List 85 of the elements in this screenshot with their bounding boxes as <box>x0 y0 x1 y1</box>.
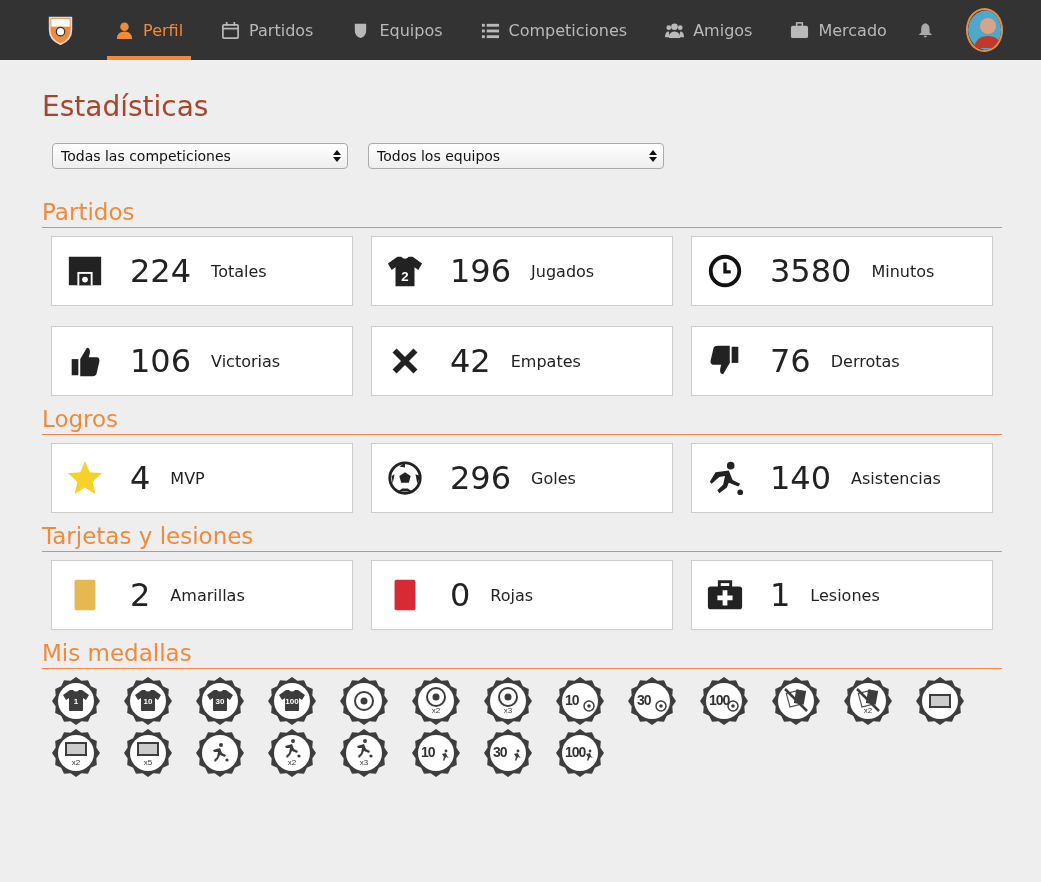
section-heading: Logros <box>42 404 1002 435</box>
stat-label: MVP <box>170 468 205 488</box>
medal-badge[interactable] <box>196 729 244 777</box>
filter-dropdown[interactable]: Todos los equipos <box>368 143 664 169</box>
calendar-icon <box>221 20 241 40</box>
medal-badge[interactable] <box>412 729 460 777</box>
medal-multiplier: x2 <box>286 758 298 767</box>
medal-badge[interactable] <box>484 677 532 725</box>
clock-icon <box>706 252 744 290</box>
stat-value: 2 <box>130 576 151 614</box>
medal-multiplier: x3 <box>502 706 514 715</box>
nav-tab[interactable]: Amigos <box>657 0 761 60</box>
section-heading: Partidos <box>42 197 1002 228</box>
medal-number: 10 <box>142 697 154 706</box>
stat-value: 3580 <box>770 252 852 290</box>
medal-badge[interactable] <box>556 729 604 777</box>
stat-value: 0 <box>450 576 471 614</box>
medal-badge[interactable] <box>52 729 100 777</box>
ball-icon <box>386 459 424 497</box>
stat-label: Lesiones <box>810 585 880 605</box>
section-heading: Tarjetas y lesiones <box>42 521 1002 552</box>
nav-tab[interactable]: Partidos <box>213 0 322 60</box>
medal-badge[interactable] <box>772 677 820 725</box>
star-icon <box>66 459 104 497</box>
nav-tab[interactable]: Competiciones <box>472 0 636 60</box>
page-title: Estadísticas <box>42 90 210 123</box>
stat-value: 1 <box>770 576 791 614</box>
medal-number: 100 <box>709 692 730 708</box>
avatar[interactable] <box>965 8 1003 52</box>
medal-badge[interactable] <box>268 677 316 725</box>
medal-multiplier: x3 <box>358 758 370 767</box>
stat-value: 106 <box>130 342 192 380</box>
medal-badge[interactable] <box>844 677 892 725</box>
briefcase-icon <box>790 20 810 40</box>
stat-value: 224 <box>130 252 192 290</box>
medal-number: 100 <box>565 744 586 760</box>
updown-caret-icon <box>333 150 341 162</box>
medal-badge[interactable] <box>916 677 964 725</box>
updown-caret-icon <box>649 150 657 162</box>
medal-badge[interactable] <box>124 729 172 777</box>
filter-dropdown[interactable]: Todas las competiciones <box>52 143 348 169</box>
stat-label: Empates <box>510 351 581 371</box>
medal-badge[interactable] <box>556 677 604 725</box>
medal-badge[interactable] <box>412 677 460 725</box>
medal-badge[interactable] <box>124 677 172 725</box>
medal-badge[interactable] <box>628 677 676 725</box>
stat-value: 140 <box>770 459 832 497</box>
user-icon <box>115 20 135 40</box>
medal-number: 10 <box>565 692 579 708</box>
medal-badge[interactable] <box>700 677 748 725</box>
stat-value: 76 <box>770 342 811 380</box>
stat-label: Victorias <box>211 351 281 371</box>
stat-value: 196 <box>450 252 512 290</box>
stat-label: Derrotas <box>830 351 900 371</box>
medal-badge[interactable] <box>52 677 100 725</box>
nav-tab[interactable]: Mercado <box>782 0 895 60</box>
stat-value: 4 <box>130 459 151 497</box>
medal-multiplier: x2 <box>862 706 874 715</box>
section-heading: Mis medallas <box>42 638 1002 669</box>
stat-label: Asistencias <box>851 468 941 488</box>
medal-multiplier: x2 <box>70 758 82 767</box>
medal-badge[interactable] <box>484 729 532 777</box>
medal-number: 10 <box>421 744 435 760</box>
medal-number: 30 <box>637 692 651 708</box>
medal-badge[interactable] <box>196 677 244 725</box>
nav-tab[interactable]: Equipos <box>343 0 451 60</box>
nav-tab[interactable]: Perfil <box>107 0 192 60</box>
stat-label: Minutos <box>871 261 935 281</box>
stat-label: Goles <box>531 468 576 488</box>
medal-multiplier: x2 <box>430 706 442 715</box>
medal-badge[interactable] <box>268 729 316 777</box>
stat-label: Amarillas <box>170 585 245 605</box>
medal-number: 30 <box>493 744 507 760</box>
medal-badge[interactable] <box>340 729 388 777</box>
medal-number: 100 <box>284 697 300 706</box>
stat-value: 296 <box>450 459 512 497</box>
users-icon <box>665 20 685 40</box>
medal-multiplier: x5 <box>142 758 154 767</box>
stat-label: Jugados <box>531 261 595 281</box>
medal-badge[interactable] <box>340 677 388 725</box>
medal-number: 1 <box>72 697 80 706</box>
stat-value: 42 <box>450 342 491 380</box>
stat-label: Rojas <box>490 585 534 605</box>
stat-label: Totales <box>211 261 267 281</box>
medal-number: 30 <box>214 697 226 706</box>
